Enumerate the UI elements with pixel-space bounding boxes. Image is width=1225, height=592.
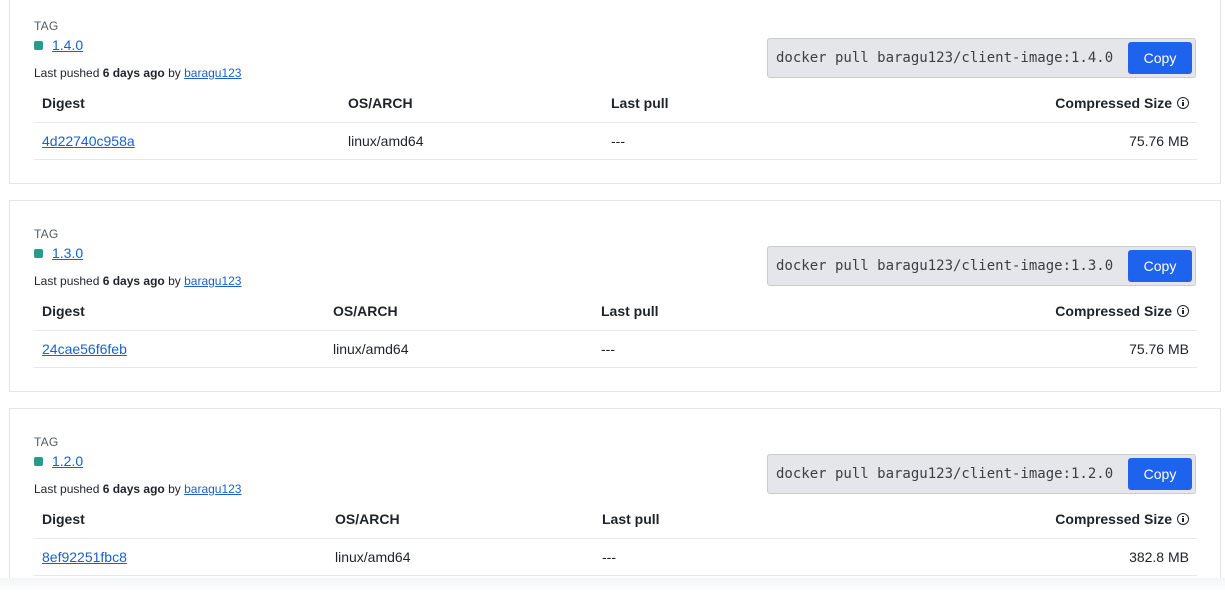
column-header-compressed-size-label: Compressed Size	[1055, 303, 1172, 319]
pushed-prefix: Last pushed	[34, 66, 103, 80]
pushed-by-prefix: by	[164, 274, 185, 288]
last-pull-value: ---	[611, 133, 625, 149]
pushed-by-user-link[interactable]: baragu123	[184, 274, 241, 288]
pull-command[interactable]: docker pull baragu123/client-image:1.2.0	[776, 466, 1113, 482]
digest-link[interactable]: 4d22740c958a	[42, 133, 135, 149]
table-header: Digest OS/ARCH Last pull Compressed Size	[34, 505, 1197, 539]
last-pull-value: ---	[602, 549, 616, 565]
column-header-compressed-size-label: Compressed Size	[1055, 95, 1172, 111]
column-header-last-pull: Last pull	[602, 511, 660, 527]
last-pushed-info: Last pushed 6 days ago by baragu123	[34, 482, 241, 496]
tag-caption: TAG	[34, 227, 59, 241]
column-header-os-arch: OS/ARCH	[335, 511, 400, 527]
pushed-by-prefix: by	[164, 66, 185, 80]
column-header-digest: Digest	[42, 511, 85, 527]
tag-card: TAG 1.3.0 Last pushed 6 days ago by bara…	[9, 200, 1221, 392]
copy-button[interactable]: Copy	[1128, 458, 1192, 490]
column-header-last-pull: Last pull	[601, 303, 659, 319]
tag-header: 1.4.0	[34, 37, 83, 53]
last-pushed-info: Last pushed 6 days ago by baragu123	[34, 274, 241, 288]
digest-link[interactable]: 24cae56f6feb	[42, 341, 127, 357]
pull-command-box: docker pull baragu123/client-image:1.3.0…	[767, 246, 1196, 286]
pushed-when: 6 days ago	[102, 274, 165, 288]
tag-name-link[interactable]: 1.4.0	[52, 37, 83, 53]
column-header-compressed-size-label: Compressed Size	[1055, 511, 1172, 527]
last-pushed-info: Last pushed 6 days ago by baragu123	[34, 66, 241, 80]
status-square-icon	[34, 40, 43, 50]
pull-command[interactable]: docker pull baragu123/client-image:1.4.0	[776, 50, 1113, 66]
copy-button[interactable]: Copy	[1128, 250, 1192, 282]
compressed-size-value: 75.76 MB	[1129, 341, 1189, 357]
column-header-compressed-size: Compressed Size	[1055, 95, 1189, 111]
pushed-prefix: Last pushed	[34, 274, 103, 288]
table-header: Digest OS/ARCH Last pull Compressed Size	[34, 297, 1197, 331]
table-header: Digest OS/ARCH Last pull Compressed Size	[34, 89, 1197, 123]
os-arch-value: linux/amd64	[333, 341, 409, 357]
tag-header: 1.3.0	[34, 245, 83, 261]
status-square-icon	[34, 248, 43, 258]
compressed-size-value: 382.8 MB	[1129, 549, 1189, 565]
tag-card: TAG 1.2.0 Last pushed 6 days ago by bara…	[9, 408, 1221, 592]
last-pull-value: ---	[601, 341, 615, 357]
tag-header: 1.2.0	[34, 453, 83, 469]
pushed-by-user-link[interactable]: baragu123	[184, 482, 241, 496]
tag-name-link[interactable]: 1.2.0	[52, 453, 83, 469]
scroll-fade-edge	[0, 578, 1225, 592]
table-row: 24cae56f6feb linux/amd64 --- 75.76 MB	[34, 331, 1197, 368]
column-header-compressed-size: Compressed Size	[1055, 303, 1189, 319]
info-circle-icon[interactable]	[1177, 305, 1189, 317]
table-row: 4d22740c958a linux/amd64 --- 75.76 MB	[34, 123, 1197, 160]
pull-command-box: docker pull baragu123/client-image:1.4.0…	[767, 38, 1196, 78]
tag-card: TAG 1.4.0 Last pushed 6 days ago by bara…	[9, 0, 1221, 184]
pushed-by-prefix: by	[164, 482, 185, 496]
column-header-os-arch: OS/ARCH	[348, 95, 413, 111]
compressed-size-value: 75.76 MB	[1129, 133, 1189, 149]
os-arch-value: linux/amd64	[348, 133, 424, 149]
info-circle-icon[interactable]	[1177, 97, 1189, 109]
tag-name-link[interactable]: 1.3.0	[52, 245, 83, 261]
column-header-digest: Digest	[42, 95, 85, 111]
os-arch-value: linux/amd64	[335, 549, 411, 565]
status-square-icon	[34, 456, 43, 466]
copy-button[interactable]: Copy	[1128, 42, 1192, 74]
pushed-prefix: Last pushed	[34, 482, 103, 496]
info-circle-icon[interactable]	[1177, 513, 1189, 525]
column-header-os-arch: OS/ARCH	[333, 303, 398, 319]
pull-command-box: docker pull baragu123/client-image:1.2.0…	[767, 454, 1196, 494]
tag-caption: TAG	[34, 435, 59, 449]
digest-link[interactable]: 8ef92251fbc8	[42, 549, 127, 565]
pushed-when: 6 days ago	[102, 482, 165, 496]
table-row: 8ef92251fbc8 linux/amd64 --- 382.8 MB	[34, 539, 1197, 576]
column-header-digest: Digest	[42, 303, 85, 319]
column-header-last-pull: Last pull	[611, 95, 669, 111]
pushed-by-user-link[interactable]: baragu123	[184, 66, 241, 80]
tag-caption: TAG	[34, 19, 59, 33]
pushed-when: 6 days ago	[102, 66, 165, 80]
pull-command[interactable]: docker pull baragu123/client-image:1.3.0	[776, 258, 1113, 274]
column-header-compressed-size: Compressed Size	[1055, 511, 1189, 527]
